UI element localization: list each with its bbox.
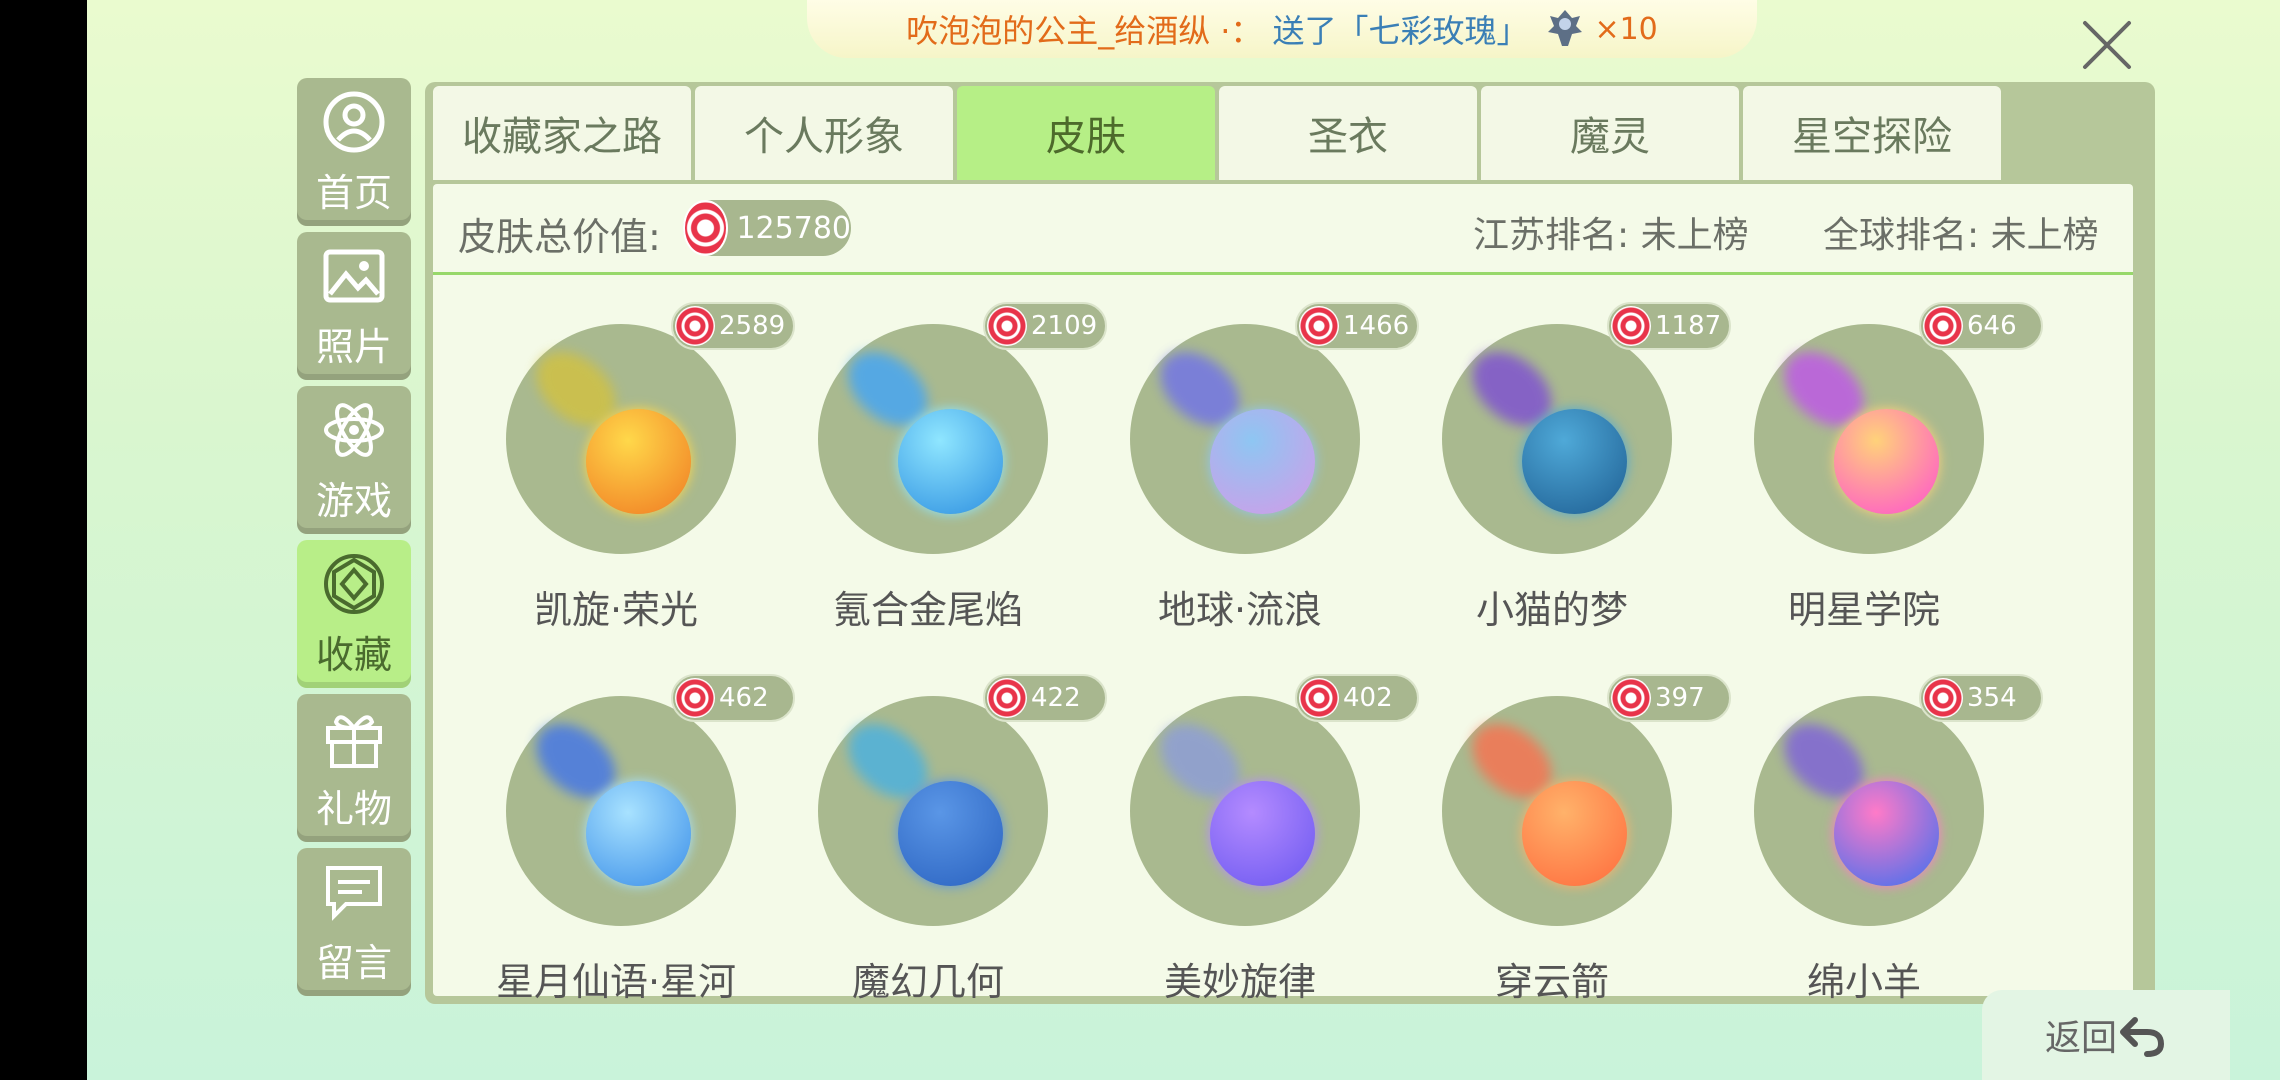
skin-name: 小猫的梦 [1475, 588, 1628, 632]
skin-item[interactable]: 1466 地球·流浪 [1085, 284, 1419, 644]
tab-magic-spirit[interactable]: 魔灵 [1481, 86, 1739, 180]
candy-currency-icon [1923, 678, 1963, 718]
skin-name: 星月仙语·星河 [495, 960, 737, 1004]
photo-icon [323, 249, 385, 302]
skin-ball [1522, 409, 1627, 514]
candy-currency-icon [987, 678, 1027, 718]
sidebar-item-label: 游戏 [315, 478, 392, 523]
sidebar-item-gifts[interactable]: 礼物 [297, 694, 411, 842]
skin-item[interactable]: 422 魔幻几何 [773, 656, 1107, 1016]
local-rank: 江苏排名: 未上榜 [1473, 215, 1749, 256]
banner-sender: 吹泡泡的公主_给酒纵 [906, 12, 1211, 50]
skin-item[interactable]: 354 绵小羊 [1709, 656, 2043, 1016]
sidebar-item-messages[interactable]: 留言 [297, 848, 411, 996]
tab-holy-cloth[interactable]: 圣衣 [1219, 86, 1477, 180]
banner-message: 送了「七彩玫瑰」 [1272, 12, 1529, 50]
sidebar-item-label: 照片 [315, 324, 392, 369]
skin-ball [1522, 781, 1627, 886]
skin-ball [1210, 781, 1315, 886]
sidebar-item-label: 礼物 [315, 786, 392, 831]
close-button[interactable] [2047, 0, 2167, 90]
skin-value-badge: 354 [1919, 674, 2043, 722]
skin-name: 美妙旋律 [1163, 960, 1316, 1004]
banner-separator: ·： [1220, 12, 1263, 50]
game-screen: 吹泡泡的公主_给酒纵 ·： 送了「七彩玫瑰」 ×10 首页 照片 游戏 收藏 礼… [87, 0, 2280, 1080]
rose-gift-icon [1542, 6, 1588, 52]
skin-value-badge: 646 [1919, 302, 2043, 350]
skin-name: 绵小羊 [1806, 960, 1921, 1004]
tab-skins[interactable]: 皮肤 [957, 86, 1215, 180]
tab-star-exploration[interactable]: 星空探险 [1743, 86, 2001, 180]
skin-item[interactable]: 397 穿云箭 [1397, 656, 1731, 1016]
candy-currency-icon [1611, 306, 1651, 346]
skin-value: 646 [1967, 311, 2017, 341]
sidebar-item-games[interactable]: 游戏 [297, 386, 411, 534]
skin-ball [586, 409, 691, 514]
skin-value: 397 [1655, 683, 1705, 713]
gem-icon [324, 553, 384, 614]
sidebar: 首页 照片 游戏 收藏 礼物 留言 [297, 78, 415, 1002]
sidebar-item-collection[interactable]: 收藏 [297, 540, 411, 688]
user-circle-icon [323, 91, 385, 152]
skin-item[interactable]: 646 明星学院 [1709, 284, 2043, 644]
skin-ball [898, 409, 1003, 514]
total-value: 125780 [736, 210, 851, 246]
skin-item[interactable]: 462 星月仙语·星河 [461, 656, 795, 1016]
sidebar-item-label: 留言 [315, 940, 392, 985]
atom-icon [324, 402, 384, 457]
skin-value: 422 [1031, 683, 1081, 713]
candy-currency-icon [987, 306, 1027, 346]
skin-value: 462 [719, 683, 769, 713]
skin-item[interactable]: 2109 氪合金尾焰 [773, 284, 1107, 644]
skin-ball [586, 781, 691, 886]
message-icon [326, 865, 382, 921]
tab-collector-road[interactable]: 收藏家之路 [433, 86, 691, 180]
sidebar-item-label: 首页 [315, 170, 392, 215]
close-icon [2083, 21, 2131, 69]
candy-currency-icon [1611, 678, 1651, 718]
skin-name: 魔幻几何 [851, 960, 1004, 1004]
skin-name: 氪合金尾焰 [832, 588, 1023, 632]
total-value-pill: 125780 [683, 200, 851, 256]
skin-item[interactable]: 402 美妙旋律 [1085, 656, 1419, 1016]
skin-item[interactable]: 1187 小猫的梦 [1397, 284, 1731, 644]
candy-currency-icon [1299, 306, 1339, 346]
skin-name: 地球·流浪 [1157, 588, 1323, 632]
candy-currency-icon [683, 200, 729, 256]
candy-currency-icon [1923, 306, 1963, 346]
back-label: 返回 [2044, 1018, 2117, 1059]
banner-gift-count: ×10 [1594, 11, 1658, 47]
skin-value-summary: 皮肤总价值: 125780 江苏排名: 未上榜 全球排名: 未上榜 [433, 184, 2133, 275]
skin-name: 穿云箭 [1494, 960, 1609, 1004]
skin-item[interactable]: 2589 凯旋·荣光 [461, 284, 795, 644]
sidebar-item-home[interactable]: 首页 [297, 78, 411, 226]
skin-value: 354 [1967, 683, 2017, 713]
skin-ball [1834, 409, 1939, 514]
total-value-label: 皮肤总价值: [458, 215, 661, 259]
candy-currency-icon [1299, 678, 1339, 718]
gift-broadcast-banner: 吹泡泡的公主_给酒纵 ·： 送了「七彩玫瑰」 ×10 [807, 0, 1757, 58]
tab-personal-image[interactable]: 个人形象 [695, 86, 953, 180]
sidebar-item-label: 收藏 [315, 632, 392, 677]
candy-currency-icon [675, 306, 715, 346]
global-rank: 全球排名: 未上榜 [1823, 215, 2099, 256]
skin-value: 402 [1343, 683, 1393, 713]
gift-icon [326, 714, 382, 768]
skin-name: 明星学院 [1787, 588, 1940, 632]
collection-panel: 收藏家之路 个人形象 皮肤 圣衣 魔灵 星空探险 皮肤总价值: 125780 江… [425, 82, 2155, 1004]
skin-ball [1210, 409, 1315, 514]
skin-ball [898, 781, 1003, 886]
skin-name: 凯旋·荣光 [533, 588, 699, 632]
sidebar-item-photos[interactable]: 照片 [297, 232, 411, 380]
skin-ball [1834, 781, 1939, 886]
candy-currency-icon [675, 678, 715, 718]
back-arrow-icon [2120, 1017, 2165, 1057]
category-tabs: 收藏家之路 个人形象 皮肤 圣衣 魔灵 星空探险 [433, 86, 2005, 180]
skins-content: 皮肤总价值: 125780 江苏排名: 未上榜 全球排名: 未上榜 2589 凯旋… [433, 184, 2133, 1004]
back-button[interactable]: 返回 [1982, 990, 2230, 1080]
